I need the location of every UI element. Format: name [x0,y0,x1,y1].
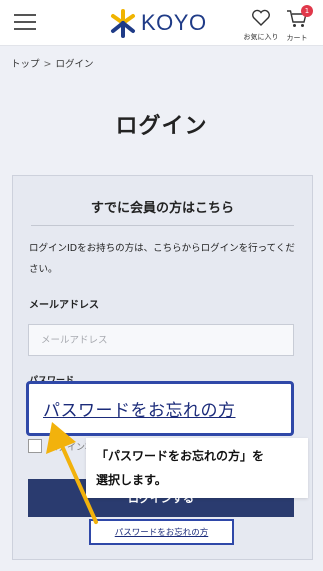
instruction-callout: 「パスワードをお忘れの方」を 選択します。 [86,438,308,498]
email-input[interactable] [28,324,294,356]
logo-text: KOYO [141,10,207,35]
callout-line-2: 選択します。 [96,473,167,487]
zoom-forgot-password-text[interactable]: パスワードをお忘れの方 [43,396,236,421]
forgot-password-link[interactable]: パスワードをお忘れの方 [89,519,234,545]
card-description: ログインIDをお持ちの方は、こちらからログインを行ってください。 [29,243,295,275]
heart-icon [252,9,270,26]
page-title: ログイン [115,114,208,139]
favorites-label: お気に入り [243,33,279,41]
hamburger-menu-icon[interactable] [14,14,36,30]
site-logo[interactable]: KOYO [109,6,207,40]
site-header: KOYO お気に入り 1 カート [0,0,323,46]
breadcrumb-top[interactable]: トップ [11,59,40,70]
breadcrumb-separator: > [43,59,52,70]
callout-line-1: 「パスワードをお忘れの方」を [96,449,265,463]
breadcrumb: トップ > ログイン [11,56,94,70]
cart-button[interactable]: 1 カート [282,5,313,43]
breadcrumb-login: ログイン [55,59,94,70]
card-title: すでに会員の方はこちら [31,197,294,226]
email-label: メールアドレス [29,300,99,311]
remember-checkbox[interactable] [28,439,42,453]
zoom-highlight-box: パスワードをお忘れの方 [26,381,294,436]
koyo-logo-icon [111,9,135,38]
cart-label: カート [286,34,308,42]
favorites-button[interactable]: お気に入り [243,9,279,42]
login-card: すでに会員の方はこちら ログインIDをお持ちの方は、こちらからログインを行ってく… [12,175,313,560]
cart-count-badge: 1 [301,5,313,17]
